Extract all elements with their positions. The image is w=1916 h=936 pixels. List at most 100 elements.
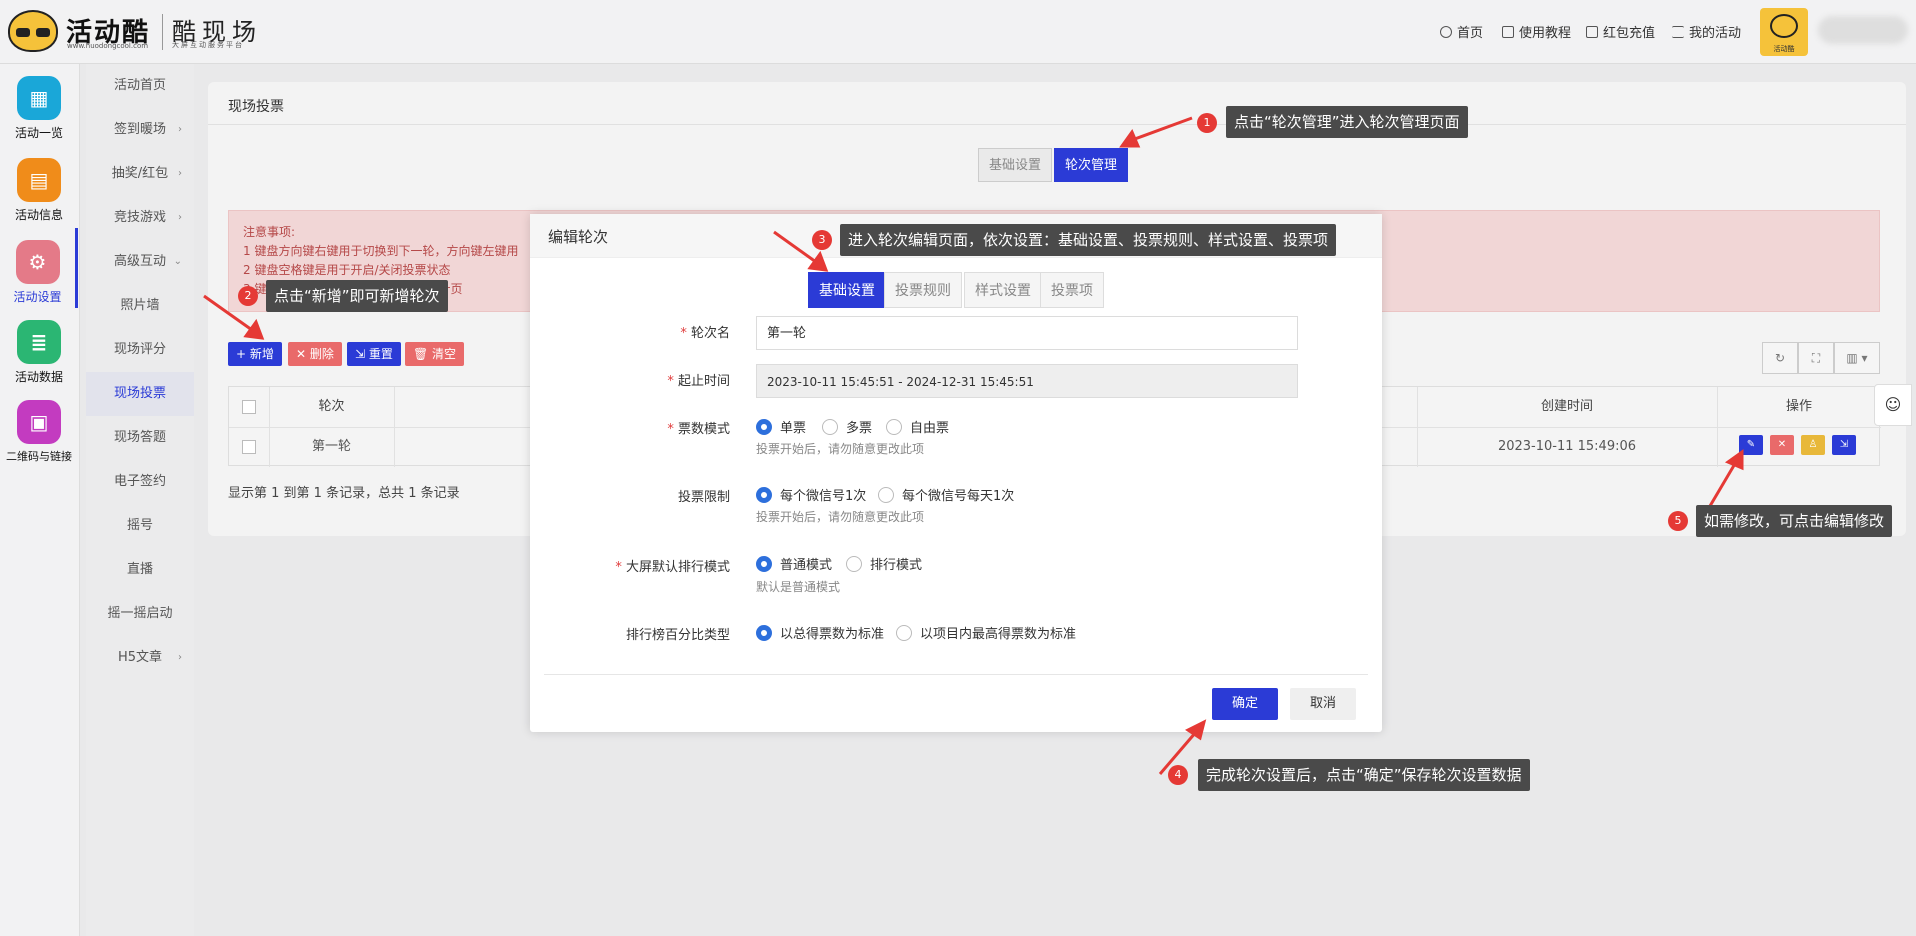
app-qrcode-links[interactable]: ▣ 二维码与链接 <box>0 400 78 464</box>
edit-icon[interactable]: ✎ <box>1739 435 1763 455</box>
radio-normal-mode[interactable]: 普通模式 <box>756 554 832 573</box>
nav-recharge[interactable]: 红包充值 <box>1586 22 1655 41</box>
chevron-icon: › <box>178 124 182 135</box>
round-name-input[interactable]: 第一轮 <box>756 316 1298 350</box>
qrcode-icon: ▣ <box>17 400 61 444</box>
submenu-item[interactable]: 现场投票 <box>86 372 194 416</box>
submenu-item[interactable]: 电子签约 <box>86 460 194 504</box>
nav-home[interactable]: 首页 <box>1440 22 1483 41</box>
column-header-round[interactable]: 轮次 <box>269 387 394 427</box>
rank-mode-hint: 默认是普通模式 <box>756 580 841 594</box>
app-qrcode-links-label: 二维码与链接 <box>6 450 72 463</box>
app-activity-settings[interactable]: ⚙ 活动设置 <box>0 228 78 308</box>
row-checkbox[interactable] <box>229 427 269 467</box>
cell-round: 第一轮 <box>311 439 351 454</box>
chevron-icon: › <box>178 652 182 663</box>
radio-once-per-wechat[interactable]: 每个微信号1次 <box>756 485 866 504</box>
avatar-face-icon <box>1770 14 1798 38</box>
radio-once-per-day[interactable]: 每个微信号每天1次 <box>878 485 1014 504</box>
submenu-item[interactable]: 摇一摇启动 <box>86 592 194 636</box>
column-header-created[interactable]: 创建时间 <box>1417 387 1717 427</box>
brand-slogan: 大屏互动服务平台 <box>172 41 244 49</box>
radio-free-ticket[interactable]: 自由票 <box>886 417 949 436</box>
callout-step-3: 进入轮次编辑页面，依次设置：基础设置、投票规则、样式设置、投票项 <box>840 224 1337 256</box>
user-icon[interactable]: ♙ <box>1801 435 1825 455</box>
username-blurred[interactable] <box>1818 16 1908 44</box>
modal-tab-basic[interactable]: 基础设置 <box>808 272 886 308</box>
app-activity-info[interactable]: ▤ 活动信息 <box>0 158 78 223</box>
wallet-icon <box>1586 25 1598 38</box>
card-divider <box>208 124 1906 125</box>
delete-row-icon[interactable]: ✕ <box>1770 435 1794 455</box>
submenu-item[interactable]: 竞技游戏 › <box>86 196 194 240</box>
radio-total-votes[interactable]: 以总得票数为标准 <box>756 623 884 642</box>
submenu-item-label: 直播 <box>126 562 153 577</box>
modal-tab-style[interactable]: 样式设置 <box>964 272 1042 308</box>
vote-limit-label: 投票限制 <box>677 490 730 505</box>
document-icon: ▤ <box>17 158 61 202</box>
submenu-item-label: 电子签约 <box>113 474 166 489</box>
radio-single-ticket[interactable]: 单票 <box>756 417 806 436</box>
nav-home-label: 首页 <box>1457 26 1484 41</box>
submenu-item[interactable]: 签到暖场 › <box>86 108 194 152</box>
radio-multi-ticket[interactable]: 多票 <box>822 417 872 436</box>
chevron-icon: › <box>178 212 182 223</box>
confirm-button[interactable]: 确定 <box>1212 688 1279 720</box>
submenu-item-label: 现场答题 <box>113 430 166 445</box>
submenu-item[interactable]: 现场答题 <box>86 416 194 460</box>
percent-type-label: 排行榜百分比类型 <box>625 628 730 643</box>
submenu-item-label: 摇一摇启动 <box>107 606 173 621</box>
cell-created: 2023-10-11 15:49:06 <box>1497 439 1637 454</box>
tab-basic-settings[interactable]: 基础设置 <box>978 148 1053 182</box>
fullscreen-icon[interactable]: ⛶ <box>1798 342 1834 374</box>
submenu-item[interactable]: 高级互动 ⌄ <box>86 240 194 284</box>
pagination-info: 显示第 1 到第 1 条记录，总共 1 条记录 <box>228 486 460 501</box>
app-activity-info-label: 活动信息 <box>14 208 63 222</box>
sub-menu: 活动首页 签到暖场 › 抽奖/红包 › 竞技游戏 › 高级互动 ⌄ 照片墙 现场评分 现场投票 现场答题… <box>86 64 194 936</box>
modal-tab-items[interactable]: 投票项 <box>1040 272 1104 308</box>
tab-round-management[interactable]: 轮次管理 <box>1054 148 1129 182</box>
submenu-item-label: 竞技游戏 <box>113 210 166 225</box>
rank-mode-label: * 大屏默认排行模式 <box>615 560 730 575</box>
submenu-item-label: 抽奖/红包 <box>111 166 169 181</box>
submenu-item[interactable]: 现场评分 <box>86 328 194 372</box>
nav-my-activities[interactable]: 我的活动 <box>1672 22 1741 41</box>
time-range-input[interactable]: 2023-10-11 15:45:51 - 2024-12-31 15:45:5… <box>756 364 1298 398</box>
nav-tutorial[interactable]: 使用教程 <box>1502 22 1571 41</box>
cancel-button[interactable]: 取消 <box>1290 688 1357 720</box>
submenu-item[interactable]: 抽奖/红包 › <box>86 152 194 196</box>
avatar[interactable]: 活动酷 <box>1760 8 1808 56</box>
app-activity-data[interactable]: ≣ 活动数据 <box>0 320 78 385</box>
submenu-item-label: 现场投票 <box>113 386 166 401</box>
submenu-item[interactable]: 照片墙 <box>86 284 194 328</box>
time-range-label: * 起止时间 <box>667 374 730 389</box>
ticket-mode-hint: 投票开始后，请勿随意更改此项 <box>756 442 925 456</box>
modal-tab-rules[interactable]: 投票规则 <box>884 272 962 308</box>
support-icon[interactable]: ☺ <box>1874 384 1912 426</box>
submenu-item[interactable]: 活动首页 <box>86 64 194 108</box>
edit-round-modal: 编辑轮次 基础设置 投票规则 样式设置 投票项 * 轮次名 第一轮 * 起止时间… <box>530 214 1382 732</box>
submenu-item[interactable]: 直播 <box>86 548 194 592</box>
submenu-item[interactable]: 摇号 <box>86 504 194 548</box>
radio-max-votes[interactable]: 以项目内最高得票数为标准 <box>896 623 1076 642</box>
clear-button[interactable]: 🗑 清空 <box>405 342 465 366</box>
grid-icon: ▦ <box>17 76 61 120</box>
reset-button[interactable]: ⇲ 重置 <box>347 342 401 366</box>
delete-button[interactable]: ✕ 删除 <box>288 342 342 366</box>
step-badge: 5 <box>1668 511 1688 531</box>
app-activity-list[interactable]: ▦ 活动一览 <box>0 76 78 141</box>
app-activity-settings-label: 活动设置 <box>13 290 62 304</box>
refresh-icon[interactable]: ↻ <box>1762 342 1798 374</box>
callout-step-1: 点击“轮次管理”进入轮次管理页面 <box>1226 106 1468 138</box>
database-icon: ≣ <box>17 320 61 364</box>
columns-toggle-icon[interactable]: ▥ ▾ <box>1834 342 1880 374</box>
submenu-item[interactable]: H5文章 › <box>86 636 194 680</box>
round-name-label: * 轮次名 <box>680 326 730 341</box>
submenu-item-label: 现场评分 <box>113 342 166 357</box>
radio-rank-mode[interactable]: 排行模式 <box>846 554 922 573</box>
callout-step-5: 如需修改，可点击编辑修改 <box>1696 505 1893 537</box>
step-badge: 4 <box>1168 765 1188 785</box>
reset-row-icon[interactable]: ⇲ <box>1832 435 1856 455</box>
header-checkbox[interactable] <box>229 387 269 427</box>
add-button[interactable]: + 新增 <box>228 342 282 366</box>
